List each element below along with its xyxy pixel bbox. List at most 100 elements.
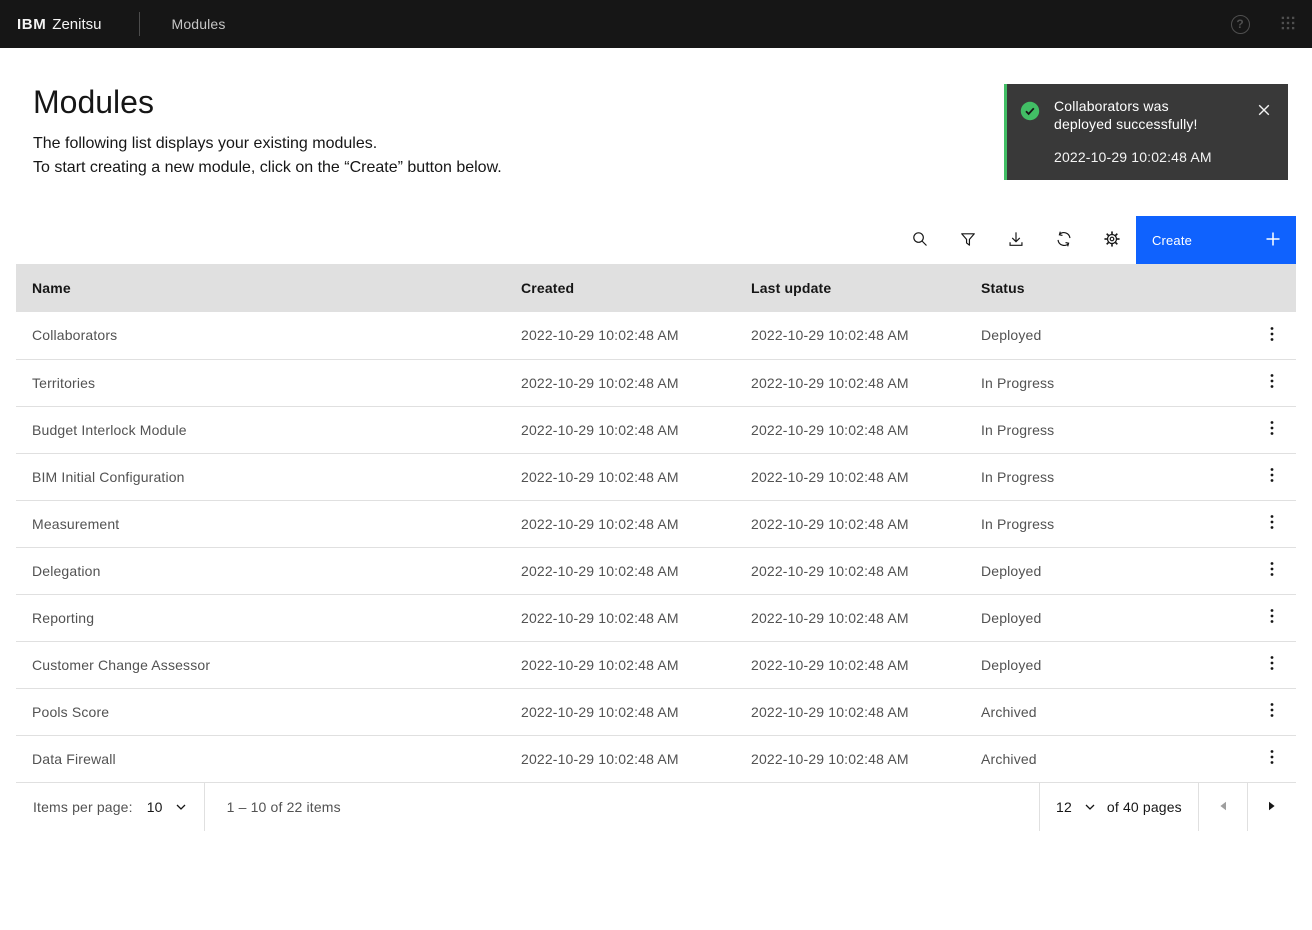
table-row: Customer Change Assessor 2022-10-29 10:02… xyxy=(16,641,1296,689)
cell-row-actions xyxy=(1248,735,1296,783)
renew-button[interactable] xyxy=(1040,216,1088,264)
page-number-select[interactable]: 12 of 40 pages xyxy=(1040,783,1198,831)
table-row: Collaborators 2022-10-29 10:02:48 AM 2022-… xyxy=(16,312,1296,360)
page-description-line1: The following list displays your existin… xyxy=(33,135,378,152)
download-button[interactable] xyxy=(992,216,1040,264)
row-overflow-menu-button[interactable] xyxy=(1248,595,1296,641)
page-description-line2: To start creating a new module, click on… xyxy=(33,159,502,176)
cell-last-update: 2022-10-29 10:02:48 AM xyxy=(735,453,965,501)
cell-created: 2022-10-29 10:02:48 AM xyxy=(505,453,735,501)
overflow-menu-icon xyxy=(1270,467,1274,486)
cell-status: In Progress xyxy=(965,453,1248,501)
row-overflow-menu-button[interactable] xyxy=(1248,548,1296,594)
success-toast: Collaborators was deployed successfully!… xyxy=(1004,84,1288,180)
cell-row-actions xyxy=(1248,688,1296,736)
column-header-name: Name xyxy=(16,264,505,312)
overflow-menu-icon xyxy=(1270,561,1274,580)
cell-last-update: 2022-10-29 10:02:48 AM xyxy=(735,735,965,783)
column-header-menu xyxy=(1248,264,1296,312)
cell-created: 2022-10-29 10:02:48 AM xyxy=(505,688,735,736)
pagination-bar: Items per page: 10 1 – 10 of 22 items 12… xyxy=(16,782,1296,831)
toast-body: Collaborators was deployed successfully!… xyxy=(1054,97,1254,180)
overflow-menu-icon xyxy=(1270,655,1274,674)
cell-last-update: 2022-10-29 10:02:48 AM xyxy=(735,547,965,595)
table-row: BIM Initial Configuration 2022-10-29 10:0… xyxy=(16,453,1296,501)
success-check-icon xyxy=(1020,101,1040,180)
create-button-label: Create xyxy=(1152,232,1192,248)
row-overflow-menu-button[interactable] xyxy=(1248,642,1296,688)
row-overflow-menu-button[interactable] xyxy=(1248,407,1296,453)
product-name: Zenitsu xyxy=(52,15,102,33)
app-header: IBM Zenitsu Modules ? xyxy=(0,0,1312,48)
cell-last-update: 2022-10-29 10:02:48 AM xyxy=(735,312,965,360)
renew-icon xyxy=(1055,230,1073,251)
table-row: Territories 2022-10-29 10:02:48 AM 2022-10… xyxy=(16,359,1296,407)
cell-status: In Progress xyxy=(965,359,1248,407)
create-button[interactable]: Create xyxy=(1136,216,1296,264)
help-button[interactable]: ? xyxy=(1216,0,1264,48)
cell-created: 2022-10-29 10:02:48 AM xyxy=(505,594,735,642)
cell-status: In Progress xyxy=(965,406,1248,454)
cell-status: Deployed xyxy=(965,641,1248,689)
cell-name: Collaborators xyxy=(16,312,505,360)
cell-name: Delegation xyxy=(16,547,505,595)
column-header-last-update: Last update xyxy=(735,264,965,312)
chevron-down-icon xyxy=(1084,801,1096,813)
settings-button[interactable] xyxy=(1088,216,1136,264)
row-overflow-menu-button[interactable] xyxy=(1248,454,1296,500)
cell-created: 2022-10-29 10:02:48 AM xyxy=(505,735,735,783)
cell-status: Deployed xyxy=(965,312,1248,360)
cell-name: BIM Initial Configuration xyxy=(16,453,505,501)
header-nav-modules[interactable]: Modules xyxy=(172,16,226,32)
cell-status: Archived xyxy=(965,688,1248,736)
modules-page: IBM Zenitsu Modules ? Collaborators was … xyxy=(0,0,1312,930)
cell-row-actions xyxy=(1248,406,1296,454)
cell-created: 2022-10-29 10:02:48 AM xyxy=(505,500,735,548)
table-row: Delegation 2022-10-29 10:02:48 AM 2022-10-… xyxy=(16,547,1296,595)
table-row: Data Firewall 2022-10-29 10:02:48 AM 2022-… xyxy=(16,735,1296,783)
cell-row-actions xyxy=(1248,594,1296,642)
overflow-menu-icon xyxy=(1270,326,1274,345)
page-header: Modules The following list displays your… xyxy=(33,82,502,180)
cell-created: 2022-10-29 10:02:48 AM xyxy=(505,359,735,407)
header-divider xyxy=(138,12,140,36)
toast-message: Collaborators was deployed successfully! xyxy=(1054,98,1198,132)
overflow-menu-icon xyxy=(1270,749,1274,768)
row-overflow-menu-button[interactable] xyxy=(1248,689,1296,735)
app-switcher-button[interactable] xyxy=(1264,0,1312,48)
settings-gear-icon xyxy=(1103,230,1121,251)
cell-last-update: 2022-10-29 10:02:48 AM xyxy=(735,359,965,407)
toast-close-button[interactable] xyxy=(1254,101,1274,121)
cell-name: Reporting xyxy=(16,594,505,642)
row-overflow-menu-button[interactable] xyxy=(1248,736,1296,782)
search-icon xyxy=(911,230,929,251)
app-switcher-icon xyxy=(1279,14,1297,35)
modules-table-container: Create Name Created Last update Status C xyxy=(16,216,1296,831)
page-title: Modules xyxy=(33,84,154,120)
row-overflow-menu-button[interactable] xyxy=(1248,360,1296,406)
overflow-menu-icon xyxy=(1270,608,1274,627)
items-per-page-value: 10 xyxy=(146,798,163,815)
cell-created: 2022-10-29 10:02:48 AM xyxy=(505,406,735,454)
table-row: Reporting 2022-10-29 10:02:48 AM 2022-10-2… xyxy=(16,594,1296,642)
cell-row-actions xyxy=(1248,500,1296,548)
items-per-page-select[interactable]: Items per page: 10 xyxy=(16,783,187,831)
ibm-logo: IBM xyxy=(17,15,47,33)
table-row: Pools Score 2022-10-29 10:02:48 AM 2022-10… xyxy=(16,688,1296,736)
plus-icon xyxy=(1265,231,1281,250)
cell-row-actions xyxy=(1248,359,1296,407)
next-page-button[interactable] xyxy=(1248,783,1296,831)
cell-last-update: 2022-10-29 10:02:48 AM xyxy=(735,641,965,689)
row-overflow-menu-button[interactable] xyxy=(1248,312,1296,358)
previous-page-button[interactable] xyxy=(1199,783,1247,831)
column-header-created: Created xyxy=(505,264,735,312)
cell-row-actions xyxy=(1248,641,1296,689)
cell-row-actions xyxy=(1248,312,1296,360)
filter-button[interactable] xyxy=(944,216,992,264)
download-icon xyxy=(1007,230,1025,251)
row-overflow-menu-button[interactable] xyxy=(1248,501,1296,547)
cell-status: Deployed xyxy=(965,547,1248,595)
cell-created: 2022-10-29 10:02:48 AM xyxy=(505,641,735,689)
help-icon: ? xyxy=(1230,14,1250,34)
search-button[interactable] xyxy=(896,216,944,264)
